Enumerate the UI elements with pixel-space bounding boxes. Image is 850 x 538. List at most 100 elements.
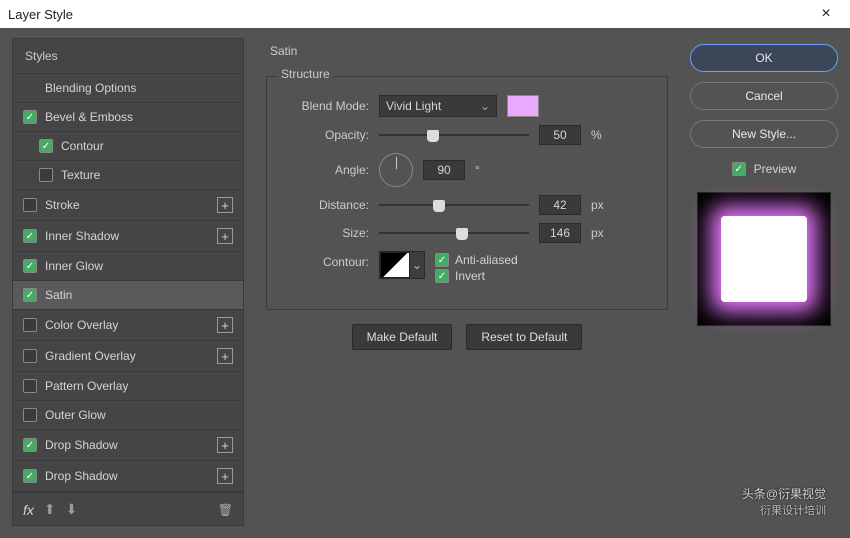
watermark: 头条@衍果视觉 衍果设计培训 [742, 485, 826, 518]
chevron-down-icon: ⌄ [410, 252, 424, 278]
sidebar-item-gradient-overlay[interactable]: Gradient Overlay + [13, 341, 243, 372]
blend-mode-value: Vivid Light [386, 99, 441, 113]
add-effect-icon[interactable]: + [217, 228, 233, 244]
sidebar-item-label: Bevel & Emboss [45, 110, 233, 124]
new-style-button[interactable]: New Style... [690, 120, 838, 148]
angle-unit: ° [475, 163, 480, 177]
move-down-icon[interactable]: ⬇ [66, 501, 78, 518]
preview-label: Preview [754, 162, 797, 176]
anti-aliased-checkbox[interactable]: Anti-aliased [435, 253, 518, 267]
sidebar-item-inner-glow[interactable]: Inner Glow [13, 252, 243, 281]
checkbox-icon[interactable] [23, 349, 37, 363]
checkbox-icon[interactable] [23, 198, 37, 212]
distance-unit: px [591, 198, 604, 212]
opacity-input[interactable]: 50 [539, 125, 581, 145]
slider-thumb[interactable] [433, 200, 445, 212]
size-row: Size: 146 px [281, 223, 653, 243]
checkbox-icon[interactable] [23, 110, 37, 124]
dialog-body: Styles Blending Options Bevel & Emboss Con… [0, 28, 850, 538]
sidebar-item-label: Blending Options [45, 81, 233, 95]
checkbox-icon[interactable] [23, 408, 37, 422]
size-unit: px [591, 226, 604, 240]
sidebar-item-label: Pattern Overlay [45, 379, 233, 393]
move-up-icon[interactable]: ⬆ [44, 501, 56, 518]
checkbox-icon[interactable] [23, 438, 37, 452]
contour-label: Contour: [281, 255, 369, 269]
sidebar-item-outer-glow[interactable]: Outer Glow [13, 401, 243, 430]
sidebar-item-pattern-overlay[interactable]: Pattern Overlay [13, 372, 243, 401]
chevron-down-icon: ⌄ [480, 99, 490, 113]
sidebar-item-label: Color Overlay [45, 318, 209, 332]
contour-row: Contour: ⌄ Anti-aliased Invert [281, 251, 653, 285]
size-slider[interactable] [379, 226, 529, 240]
add-effect-icon[interactable]: + [217, 468, 233, 484]
checkbox-icon[interactable] [23, 469, 37, 483]
preview-checkbox[interactable]: Preview [690, 162, 838, 176]
invert-checkbox[interactable]: Invert [435, 269, 518, 283]
close-icon[interactable]: × [810, 0, 842, 28]
checkbox-icon [732, 162, 746, 176]
add-effect-icon[interactable]: + [217, 348, 233, 364]
checkbox-icon[interactable] [23, 229, 37, 243]
preview-glow [721, 216, 807, 302]
blend-mode-label: Blend Mode: [281, 99, 369, 113]
distance-input[interactable]: 42 [539, 195, 581, 215]
sidebar-header[interactable]: Styles [13, 39, 243, 74]
panel-title: Satin [270, 44, 668, 58]
sidebar-item-label: Outer Glow [45, 408, 233, 422]
sidebar-item-label: Satin [45, 288, 233, 302]
cancel-button[interactable]: Cancel [690, 82, 838, 110]
add-effect-icon[interactable]: + [217, 437, 233, 453]
angle-input[interactable]: 90 [423, 160, 465, 180]
slider-thumb[interactable] [456, 228, 468, 240]
checkbox-icon[interactable] [23, 288, 37, 302]
size-label: Size: [281, 226, 369, 240]
sidebar-item-texture[interactable]: Texture [13, 161, 243, 190]
blend-mode-select[interactable]: Vivid Light ⌄ [379, 95, 497, 117]
opacity-label: Opacity: [281, 128, 369, 142]
sidebar-item-stroke[interactable]: Stroke + [13, 190, 243, 221]
opacity-unit: % [591, 128, 602, 142]
contour-picker[interactable]: ⌄ [379, 251, 425, 279]
reset-default-button[interactable]: Reset to Default [466, 324, 582, 350]
window-title: Layer Style [8, 7, 73, 22]
sidebar-item-blending-options[interactable]: Blending Options [13, 74, 243, 103]
trash-icon[interactable]: 🗑 [218, 503, 233, 517]
sidebar-item-color-overlay[interactable]: Color Overlay + [13, 310, 243, 341]
slider-thumb[interactable] [427, 130, 439, 142]
color-swatch[interactable] [507, 95, 539, 117]
sidebar-item-label: Inner Glow [45, 259, 233, 273]
sidebar-item-satin[interactable]: Satin [13, 281, 243, 310]
opacity-row: Opacity: 50 % [281, 125, 653, 145]
titlebar: Layer Style × [0, 0, 850, 28]
sidebar-item-drop-shadow[interactable]: Drop Shadow+ [13, 461, 243, 492]
size-input[interactable]: 146 [539, 223, 581, 243]
sidebar-item-label: Drop Shadow [45, 438, 209, 452]
sidebar-item-label: Texture [61, 168, 233, 182]
sidebar-item-drop-shadow[interactable]: Drop Shadow + [13, 430, 243, 461]
add-effect-icon[interactable]: + [217, 197, 233, 213]
sidebar-item-inner-shadow[interactable]: Inner Shadow + [13, 221, 243, 252]
fx-icon[interactable]: fx [23, 502, 34, 518]
contour-swatch [380, 252, 410, 278]
sidebar-item-label: Gradient Overlay [45, 349, 209, 363]
opacity-slider[interactable] [379, 128, 529, 142]
distance-slider[interactable] [379, 198, 529, 212]
default-buttons: Make Default Reset to Default [266, 324, 668, 350]
add-effect-icon[interactable]: + [217, 317, 233, 333]
sidebar-item-contour[interactable]: Contour [13, 132, 243, 161]
styles-sidebar: Styles Blending Options Bevel & Emboss Con… [12, 38, 244, 526]
ok-button[interactable]: OK [690, 44, 838, 72]
sidebar-item-label: Stroke [45, 198, 209, 212]
make-default-button[interactable]: Make Default [352, 324, 453, 350]
sidebar-footer: fx ⬆ ⬇ 🗑 [13, 492, 243, 526]
angle-row: Angle: 90 ° [281, 153, 653, 187]
checkbox-icon[interactable] [39, 168, 53, 182]
angle-dial[interactable] [379, 153, 413, 187]
checkbox-icon[interactable] [39, 139, 53, 153]
sidebar-item-bevel-emboss[interactable]: Bevel & Emboss [13, 103, 243, 132]
checkbox-icon[interactable] [23, 379, 37, 393]
checkbox-icon[interactable] [23, 259, 37, 273]
checkbox-icon[interactable] [23, 318, 37, 332]
sidebar-item-label: Inner Shadow [45, 229, 209, 243]
